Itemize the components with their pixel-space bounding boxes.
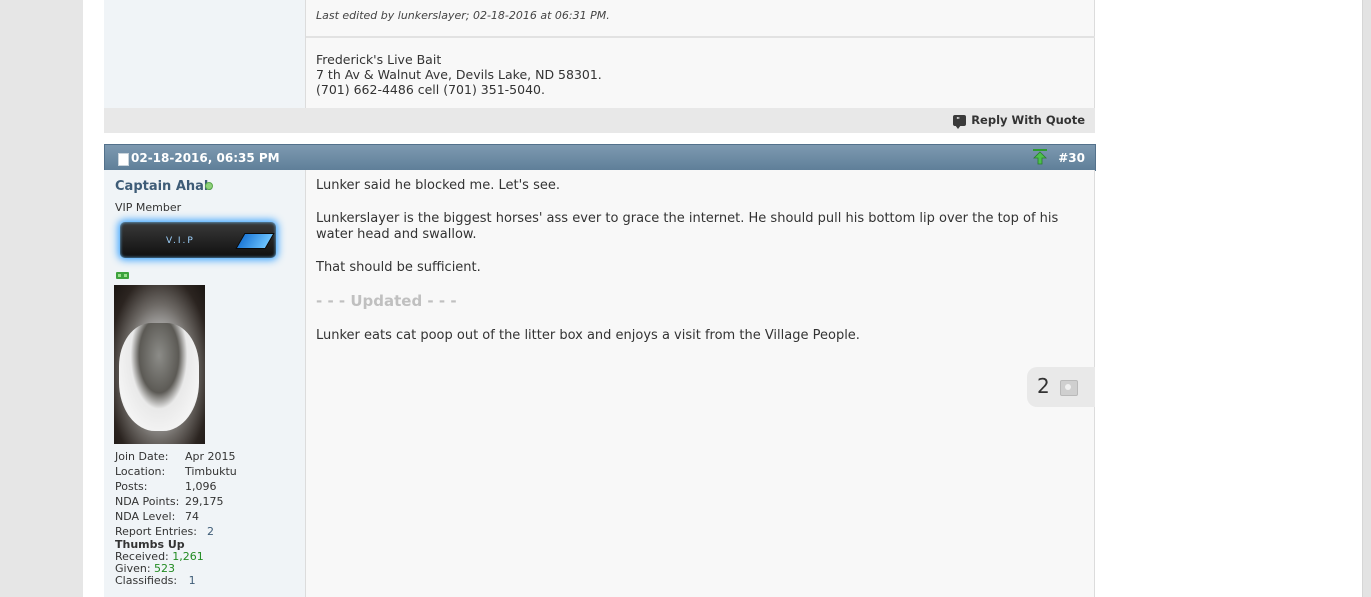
like-box: 2 bbox=[1027, 367, 1095, 407]
user-info-list: Join Date: Apr 2015 Location: Timbuktu Pos… bbox=[115, 449, 237, 539]
join-date-label: Join Date: bbox=[115, 450, 169, 463]
signature-separator bbox=[306, 36, 1095, 38]
edited-note: Last edited by lunkerslayer; 02-18-2016 … bbox=[316, 9, 610, 22]
nda-points-value: 29,175 bbox=[185, 495, 224, 508]
post-header: 02-18-2016, 06:35 PM #30 bbox=[104, 144, 1096, 171]
message-paragraph: That should be sufficient. bbox=[316, 260, 481, 275]
thumbs-up-section: Thumbs Up Received: 1,261 Given: 523 Cla… bbox=[115, 539, 204, 587]
reply-with-quote-button[interactable]: " Reply With Quote bbox=[953, 113, 1085, 129]
nda-level-value: 74 bbox=[185, 510, 199, 523]
go-to-top-icon[interactable] bbox=[1033, 149, 1047, 165]
quote-icon: " bbox=[953, 114, 967, 129]
nda-points-label: NDA Points: bbox=[115, 495, 180, 508]
signature-line: 7 th Av & Walnut Ave, Devils Lake, ND 58… bbox=[316, 67, 602, 82]
message-paragraph: Lunkerslayer is the biggest horses' ass … bbox=[316, 211, 1059, 242]
posts-label: Posts: bbox=[115, 480, 148, 493]
vip-badge-stripe bbox=[235, 233, 275, 249]
previous-post-user-column bbox=[104, 0, 306, 108]
location-value: Timbuktu bbox=[185, 465, 237, 478]
posts-value: 1,096 bbox=[185, 480, 217, 493]
user-title: VIP Member bbox=[115, 201, 182, 214]
report-entries-link[interactable]: 2 bbox=[207, 524, 214, 539]
scrollbar[interactable] bbox=[1362, 0, 1371, 597]
avatar[interactable] bbox=[114, 285, 205, 444]
post-document-icon bbox=[118, 153, 129, 166]
report-entries-label: Report Entries: bbox=[115, 525, 197, 538]
location-label: Location: bbox=[115, 465, 166, 478]
like-count: 2 bbox=[1037, 374, 1050, 398]
previous-post-footer: " Reply With Quote bbox=[104, 108, 1095, 133]
signature: Frederick's Live Bait 7 th Av & Walnut A… bbox=[316, 52, 602, 97]
received-value: 1,261 bbox=[172, 550, 204, 563]
updated-separator: - - - Updated - - - bbox=[316, 292, 457, 310]
username-link[interactable]: Captain Ahab bbox=[115, 179, 213, 194]
avatar-image bbox=[119, 323, 199, 431]
post-date: 02-18-2016, 06:35 PM bbox=[131, 151, 280, 165]
signature-line: Frederick's Live Bait bbox=[316, 52, 442, 67]
message-paragraph: Lunker eats cat poop out of the litter b… bbox=[316, 328, 860, 343]
vip-badge: V.I.P bbox=[120, 222, 276, 258]
signature-line: (701) 662-4486 cell (701) 351-5040. bbox=[316, 82, 545, 97]
join-date-value: Apr 2015 bbox=[185, 450, 236, 463]
message-paragraph: Lunker said he blocked me. Let's see. bbox=[316, 178, 560, 193]
vip-badge-text: V.I.P bbox=[166, 236, 195, 246]
nda-level-label: NDA Level: bbox=[115, 510, 176, 523]
classifieds-link[interactable]: 1 bbox=[189, 574, 196, 587]
reputation-icon bbox=[116, 272, 129, 279]
like-icon[interactable] bbox=[1060, 380, 1078, 396]
reply-with-quote-label: Reply With Quote bbox=[971, 113, 1085, 127]
classifieds-label: Classifieds: bbox=[115, 574, 178, 587]
online-status-icon bbox=[205, 182, 213, 190]
post-number-link[interactable]: #30 bbox=[1058, 151, 1085, 165]
